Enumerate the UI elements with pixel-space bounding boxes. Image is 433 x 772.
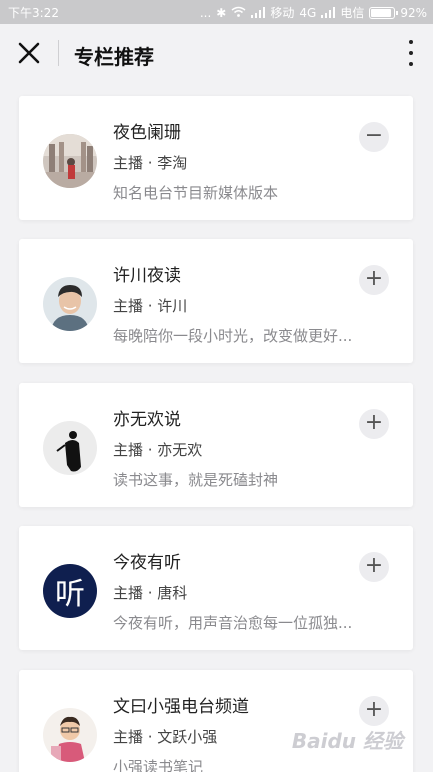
column-host: 主播 · 李淘 (113, 154, 188, 172)
column-description: 知名电台节目新媒体版本 (113, 184, 279, 202)
close-icon (18, 42, 40, 64)
column-description: 今夜有听，用声音治愈每一位孤独... (113, 614, 353, 632)
column-card[interactable]: 夜色阑珊 主播 · 李淘 知名电台节目新媒体版本 − (19, 96, 413, 220)
subscribe-button[interactable]: + (359, 696, 389, 726)
column-host: 主播 · 许川 (113, 297, 188, 315)
status-bar: 下午3:22 ... ✱ 移动 4G 电信 92% (0, 0, 433, 24)
more-dot (409, 40, 413, 44)
column-card[interactable]: 许川夜读 主播 · 许川 每晚陪你一段小时光，改变做更好... + (19, 239, 413, 363)
avatar (43, 421, 97, 475)
column-title: 夜色阑珊 (113, 123, 181, 143)
avatar (43, 134, 97, 188)
battery-icon (369, 6, 399, 19)
more-dot (409, 51, 413, 55)
nav-bar: 专栏推荐 (0, 24, 433, 82)
status-dots: ... (199, 5, 212, 20)
column-title: 文曰小强电台频道 (113, 697, 249, 717)
signal-icon (321, 7, 336, 18)
avatar (43, 277, 97, 331)
column-host: 主播 · 文跃小强 (113, 728, 218, 746)
column-description: 读书这事，就是死磕封神 (113, 471, 279, 489)
column-host: 主播 · 唐科 (113, 584, 188, 602)
carrier1-label: 移动 (270, 6, 295, 20)
watermark: Baidu 经验 (291, 729, 403, 753)
subscribe-button[interactable]: + (359, 265, 389, 295)
avatar (43, 708, 97, 762)
battery-label: 92% (400, 5, 427, 20)
signal-icon (251, 7, 266, 18)
unsubscribe-button[interactable]: − (359, 122, 389, 152)
column-title: 今夜有听 (113, 553, 181, 573)
column-host: 主播 · 亦无欢 (113, 441, 203, 459)
column-card[interactable]: 亦无欢说 主播 · 亦无欢 读书这事，就是死磕封神 + (19, 383, 413, 507)
more-dot (409, 62, 413, 66)
subscribe-button[interactable]: + (359, 409, 389, 439)
column-title: 亦无欢说 (113, 410, 181, 430)
subscribe-button[interactable]: + (359, 552, 389, 582)
bluetooth-icon: ✱ (216, 5, 227, 20)
network-label: 4G (299, 5, 317, 20)
status-right: ... ✱ 移动 4G 电信 92% (200, 4, 427, 21)
column-description: 每晚陪你一段小时光，改变做更好... (113, 327, 353, 345)
more-menu-button[interactable] (405, 40, 417, 66)
nav-divider (58, 40, 59, 66)
carrier2-label: 电信 (340, 6, 365, 20)
page-title: 专栏推荐 (74, 45, 154, 69)
avatar-logo-text: 听 (55, 577, 85, 612)
column-description: 小强读书笔记 (113, 758, 204, 772)
column-card[interactable]: 文曰小强电台频道 主播 · 文跃小强 小强读书笔记 + (19, 670, 413, 772)
avatar: 听 (43, 564, 97, 618)
close-button[interactable] (14, 38, 44, 68)
column-title: 许川夜读 (113, 266, 181, 286)
column-card[interactable]: 听 今夜有听 主播 · 唐科 今夜有听，用声音治愈每一位孤独... + (19, 526, 413, 650)
status-time: 下午3:22 (8, 6, 59, 20)
wifi-icon (231, 6, 246, 20)
